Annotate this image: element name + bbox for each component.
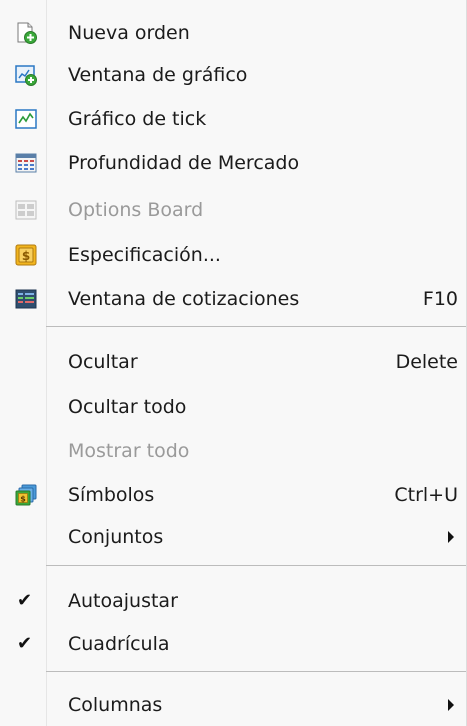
checkmark-icon: ✔ xyxy=(17,590,33,611)
menu-item-label: Autoajustar xyxy=(68,590,178,612)
menu-item-quotes-window[interactable]: Ventana de cotizaciones F10 xyxy=(0,279,466,319)
menu-item-autofit[interactable]: ✔ Autoajustar xyxy=(0,581,466,621)
menu-item-show-all[interactable]: Mostrar todo xyxy=(0,431,466,471)
menu-item-options-board[interactable]: Options Board xyxy=(0,190,466,230)
menu-item-label: Símbolos xyxy=(68,484,155,506)
menu-item-tick-chart[interactable]: Gráfico de tick xyxy=(0,99,466,139)
chart-window-icon xyxy=(14,63,38,87)
shortcut-label: Ctrl+U xyxy=(394,484,458,506)
menu-item-market-depth[interactable]: Profundidad de Mercado xyxy=(0,143,466,183)
tick-chart-icon xyxy=(14,107,38,131)
menu-item-label: Options Board xyxy=(68,199,204,221)
submenu-arrow-icon xyxy=(448,699,454,711)
svg-text:$: $ xyxy=(20,495,26,504)
menu-item-label: Ventana de cotizaciones xyxy=(68,288,300,310)
menu-item-hide[interactable]: Ocultar Delete xyxy=(0,342,466,382)
shortcut-label: F10 xyxy=(422,288,458,310)
menu-item-label: Cuadrícula xyxy=(68,633,170,655)
menu-item-grid[interactable]: ✔ Cuadrícula xyxy=(0,624,466,664)
menu-item-label: Ocultar todo xyxy=(68,396,187,418)
dollar-icon: $ xyxy=(14,243,38,267)
options-board-icon xyxy=(14,198,38,222)
checkmark-icon: ✔ xyxy=(17,633,33,654)
menu-separator xyxy=(46,671,466,672)
menu-item-new-order[interactable]: Nueva orden xyxy=(0,13,466,53)
menu-item-label: Profundidad de Mercado xyxy=(68,152,300,174)
menu-item-symbols[interactable]: $ Símbolos Ctrl+U xyxy=(0,475,466,515)
menu-item-label: Especificación... xyxy=(68,244,221,266)
menu-item-label: Gráfico de tick xyxy=(68,108,207,130)
menu-item-chart-window[interactable]: Ventana de gráfico xyxy=(0,55,466,95)
menu-item-columns[interactable]: Columnas xyxy=(0,685,466,725)
quotes-window-icon xyxy=(14,287,38,311)
new-order-icon xyxy=(14,21,38,45)
submenu-arrow-icon xyxy=(448,531,454,543)
menu-item-label: Columnas xyxy=(68,694,163,716)
menu-item-hide-all[interactable]: Ocultar todo xyxy=(0,387,466,427)
menu-item-specification[interactable]: $ Especificación... xyxy=(0,235,466,275)
market-depth-icon xyxy=(14,151,38,175)
symbols-icon: $ xyxy=(14,483,38,507)
menu-item-label: Ocultar xyxy=(68,351,138,373)
context-menu: Nueva orden Ventana de gráfico Gráfico d… xyxy=(0,0,467,726)
menu-separator xyxy=(46,326,466,327)
svg-text:$: $ xyxy=(22,249,30,263)
menu-item-label: Conjuntos xyxy=(68,526,164,548)
shortcut-label: Delete xyxy=(395,351,458,373)
menu-separator xyxy=(46,565,466,566)
menu-item-label: Ventana de gráfico xyxy=(68,64,248,86)
menu-item-sets[interactable]: Conjuntos xyxy=(0,517,466,557)
menu-item-label: Nueva orden xyxy=(68,22,190,44)
menu-item-label: Mostrar todo xyxy=(68,440,190,462)
